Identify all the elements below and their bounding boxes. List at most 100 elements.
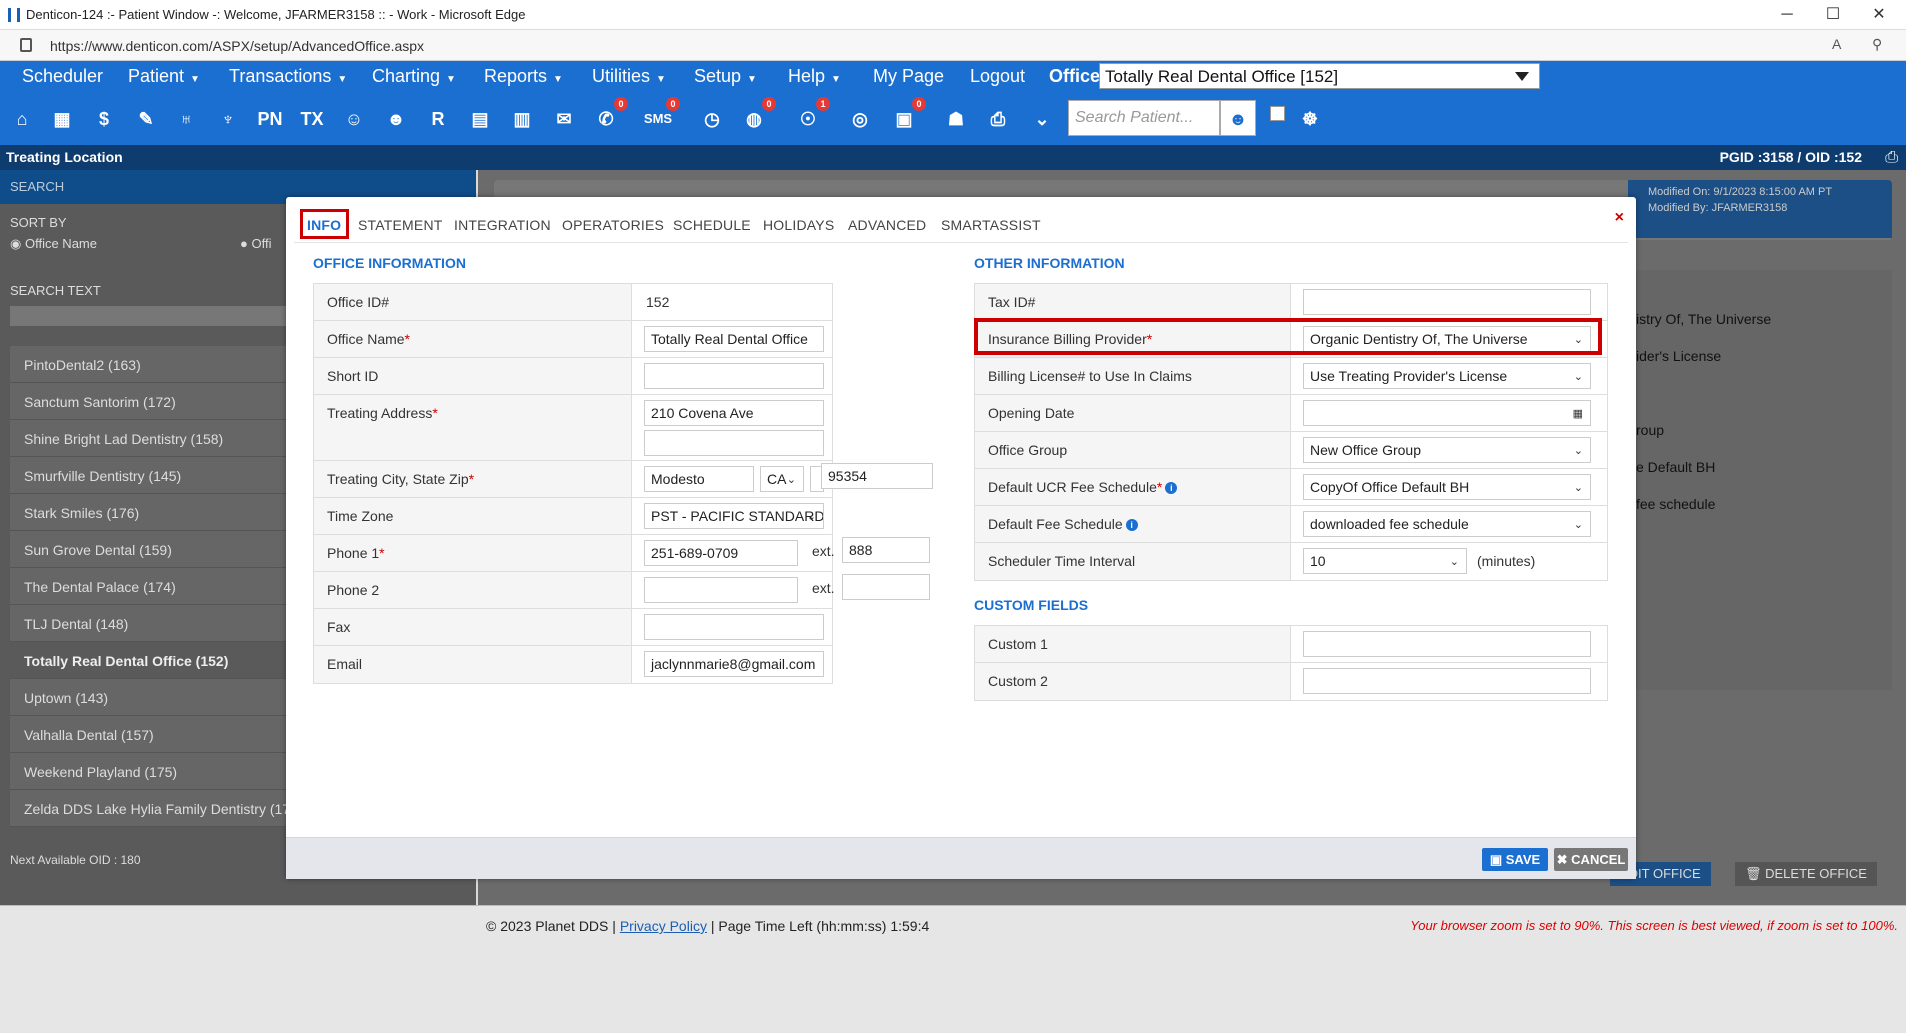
tab-holidays[interactable]: HOLIDAYS — [763, 217, 834, 233]
list-item-selected[interactable]: Totally Real Dental Office (152) — [10, 642, 290, 679]
cancel-button[interactable]: ✖ CANCEL — [1554, 848, 1628, 871]
read-aloud-icon[interactable]: A — [1832, 36, 1841, 52]
phone2-ext-input[interactable] — [842, 574, 930, 600]
dollar-icon[interactable]: $ — [86, 99, 122, 139]
close-icon[interactable]: × — [1615, 209, 1624, 227]
sort-office-name-radio[interactable]: ◉ Office Name — [10, 236, 97, 252]
maximize-button[interactable]: ☐ — [1810, 4, 1856, 26]
list-item[interactable]: Sun Grove Dental (159) — [10, 531, 290, 568]
opening-date-input[interactable]: ▦ — [1303, 400, 1591, 426]
group-search-icon[interactable]: ☸ — [1292, 99, 1328, 139]
toolbar-checkbox[interactable] — [1270, 106, 1285, 121]
clock-icon[interactable]: ◷ — [694, 99, 730, 139]
phone2-input[interactable] — [644, 577, 798, 603]
time-zone-select[interactable]: PST - PACIFIC STANDARD TIME⌄ — [644, 503, 824, 529]
menu-transactions[interactable]: Transactions ▼ — [229, 64, 347, 92]
phone1-ext-input[interactable]: 888 — [842, 537, 930, 563]
billing-license-select[interactable]: Use Treating Provider's License ⌄ — [1303, 363, 1591, 389]
list-item[interactable]: Shine Bright Lad Dentistry (158) — [10, 420, 290, 457]
tab-schedule[interactable]: SCHEDULE — [673, 217, 751, 233]
add-patient-icon[interactable]: ☺ — [336, 99, 372, 139]
sms-icon[interactable]: SMS 0 — [640, 97, 680, 139]
city-input[interactable]: Modesto — [644, 466, 754, 492]
address-line1-input[interactable]: 210 Covena Ave — [644, 400, 824, 426]
document-icon[interactable]: ▤ — [462, 99, 498, 139]
info-icon[interactable]: i — [1125, 519, 1138, 532]
message-icon[interactable]: ✆ 0 — [588, 97, 628, 139]
menu-logout[interactable]: Logout — [970, 64, 1025, 88]
tab-info[interactable]: INFO — [307, 217, 341, 233]
menu-patient[interactable]: Patient ▼ — [128, 64, 200, 92]
tab-operatories[interactable]: OPERATORIES — [562, 217, 664, 233]
print-icon[interactable]: ⎙ — [1885, 149, 1898, 167]
office-name-input[interactable]: Totally Real Dental Office — [644, 326, 824, 352]
tax-id-input[interactable] — [1303, 289, 1591, 315]
state-select[interactable]: CA ⌄ — [760, 466, 804, 492]
address-line2-input[interactable] — [644, 430, 824, 456]
list-item[interactable]: Zelda DDS Lake Hylia Family Dentistry (1… — [10, 790, 290, 827]
list-item[interactable]: Weekend Playland (175) — [10, 753, 290, 790]
patient-search-icon[interactable]: ☻ — [1220, 100, 1256, 136]
tooth-icon[interactable]: ♅ — [168, 99, 204, 139]
info-icon[interactable]: i — [1165, 482, 1178, 495]
rx-icon[interactable]: R — [420, 99, 456, 139]
save-button[interactable]: ▣ SAVE — [1482, 848, 1548, 871]
list-item[interactable]: The Dental Palace (174) — [10, 568, 290, 605]
tab-statement[interactable]: STATEMENT — [358, 217, 443, 233]
search-text-input[interactable] — [10, 306, 290, 326]
ucr-fee-schedule-select[interactable]: CopyOf Office Default BH ⌄ — [1303, 474, 1591, 500]
menu-help[interactable]: Help ▼ — [788, 64, 841, 92]
menu-my-page[interactable]: My Page — [873, 64, 944, 88]
search-patient-input[interactable]: Search Patient... — [1068, 100, 1220, 136]
globe-icon[interactable]: ◍ 0 — [736, 97, 776, 139]
fax-input[interactable] — [644, 614, 824, 640]
menu-charting[interactable]: Charting ▼ — [372, 64, 456, 92]
list-item[interactable]: Smurfville Dentistry (145) — [10, 457, 290, 494]
tab-smartassist[interactable]: SMARTASSIST — [941, 217, 1041, 233]
sort-office-id-radio[interactable]: ● Offi — [240, 236, 271, 251]
print-icon[interactable]: ⎙ — [980, 99, 1016, 139]
office-select[interactable]: Totally Real Dental Office [152] — [1099, 63, 1540, 89]
menu-setup[interactable]: Setup ▼ — [694, 64, 757, 92]
printer-doc-icon[interactable]: ▥ — [504, 99, 540, 139]
tab-integration[interactable]: INTEGRATION — [454, 217, 551, 233]
mail-icon[interactable]: ✉ — [546, 99, 582, 139]
default-fee-schedule-select[interactable]: downloaded fee schedule ⌄ — [1303, 511, 1591, 537]
list-item[interactable]: Uptown (143) — [10, 679, 290, 716]
tx-icon[interactable]: TX — [294, 99, 330, 139]
zip-value[interactable]: 95354 — [821, 463, 933, 489]
network-icon[interactable]: ◎ — [842, 99, 878, 139]
alert-icon[interactable]: ☉ 1 — [790, 97, 830, 139]
menu-scheduler[interactable]: Scheduler — [22, 64, 103, 88]
zoom-icon[interactable]: ⚲ — [1872, 36, 1882, 53]
custom1-input[interactable] — [1303, 631, 1591, 657]
people-icon[interactable]: ☗ — [938, 99, 974, 139]
calendar-icon[interactable]: ▦ — [44, 99, 80, 139]
list-item[interactable]: PintoDental2 (163) — [10, 346, 290, 383]
tooth-chart-icon[interactable]: ♆ — [210, 99, 246, 139]
pn-icon[interactable]: PN — [252, 99, 288, 139]
task-icon[interactable]: ▣ 0 — [886, 97, 926, 139]
home-icon[interactable]: ⌂ — [4, 99, 40, 139]
tab-advanced[interactable]: ADVANCED — [848, 217, 926, 233]
privacy-policy-link[interactable]: Privacy Policy — [620, 918, 707, 934]
phone1-input[interactable]: 251-689-0709 — [644, 540, 798, 566]
scheduler-time-interval-select[interactable]: 10 ⌄ — [1303, 548, 1467, 574]
list-item[interactable]: Valhalla Dental (157) — [10, 716, 290, 753]
custom2-input[interactable] — [1303, 668, 1591, 694]
list-item[interactable]: Stark Smiles (176) — [10, 494, 290, 531]
chevron-double-down-icon[interactable]: ⌄ — [1024, 99, 1060, 139]
add-family-icon[interactable]: ☻ — [378, 99, 414, 139]
office-group-select[interactable]: New Office Group ⌄ — [1303, 437, 1591, 463]
delete-office-button[interactable]: 🗑 DELETE OFFICE — [1735, 862, 1877, 886]
url-field[interactable]: https://www.denticon.com/ASPX/setup/Adva… — [50, 38, 424, 54]
menu-utilities[interactable]: Utilities ▼ — [592, 64, 666, 92]
list-item[interactable]: TLJ Dental (148) — [10, 605, 290, 642]
short-id-input[interactable] — [644, 363, 824, 389]
calendar-icon[interactable]: ▦ — [1573, 407, 1583, 420]
email-input[interactable]: jaclynnmarie8@gmail.com — [644, 651, 824, 677]
minimize-button[interactable]: ─ — [1764, 4, 1810, 26]
menu-reports[interactable]: Reports ▼ — [484, 64, 563, 92]
close-window-button[interactable]: ✕ — [1856, 4, 1902, 26]
edit-icon[interactable]: ✎ — [128, 99, 164, 139]
